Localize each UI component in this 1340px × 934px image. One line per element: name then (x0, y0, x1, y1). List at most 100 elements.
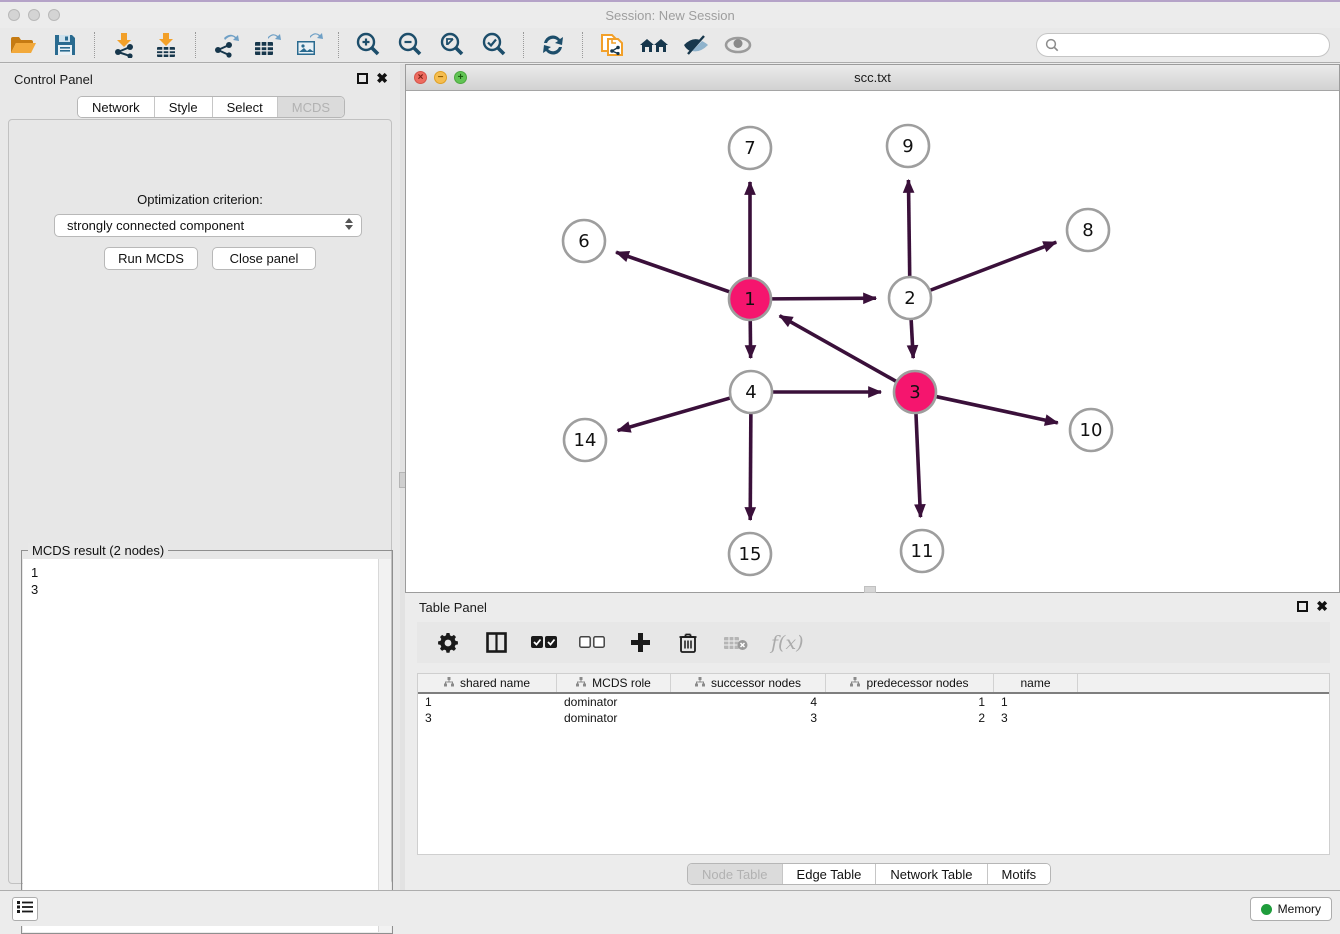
hide-panels-icon[interactable] (681, 31, 711, 59)
tab-style[interactable]: Style (154, 97, 212, 117)
graph-edge-2-9[interactable] (908, 180, 909, 277)
table-cell[interactable]: 1 (418, 694, 557, 710)
graph-node-label: 14 (574, 430, 597, 451)
table-panel: Table Panel ✖ f(x) shared nameMCDS roles… (405, 595, 1340, 890)
zoom-fit-icon[interactable] (437, 31, 467, 59)
delete-column-trash-icon[interactable] (675, 630, 701, 656)
graph-edge-2-8[interactable] (930, 242, 1057, 290)
graph-node-2[interactable]: 2 (889, 277, 931, 319)
node-table[interactable]: shared nameMCDS rolesuccessor nodesprede… (417, 673, 1330, 855)
close-panel-icon[interactable]: ✖ (376, 73, 388, 84)
column-header-shared-name[interactable]: shared name (418, 674, 557, 692)
duplicate-network-icon[interactable] (597, 31, 627, 59)
zoom-in-icon[interactable] (353, 31, 383, 59)
table-cell[interactable]: 3 (671, 710, 826, 726)
tab-mcds[interactable]: MCDS (277, 97, 344, 117)
table-cell[interactable]: 2 (826, 710, 994, 726)
table-row[interactable]: 3dominator323 (418, 710, 1329, 726)
export-table-icon[interactable] (252, 31, 282, 59)
graph-node-label: 4 (745, 382, 756, 403)
graph-node-11[interactable]: 11 (901, 530, 943, 572)
close-panel-button[interactable]: Close panel (212, 247, 316, 270)
graph-node-9[interactable]: 9 (887, 125, 929, 167)
table-cell[interactable]: 3 (994, 710, 1078, 726)
table-cell[interactable]: 1 (826, 694, 994, 710)
column-header-name[interactable]: name (994, 674, 1078, 692)
tab-node-table[interactable]: Node Table (688, 864, 782, 884)
optimization-criterion-select[interactable]: strongly connected component (54, 214, 362, 237)
import-table-icon[interactable] (151, 31, 181, 59)
graph-node-4[interactable]: 4 (730, 371, 772, 413)
table-cell[interactable]: dominator (557, 710, 671, 726)
graph-node-3[interactable]: 3 (894, 371, 936, 413)
open-session-icon[interactable] (8, 31, 38, 59)
mcds-result-box: MCDS result (2 nodes) 13 (21, 550, 393, 934)
refresh-icon[interactable] (538, 31, 568, 59)
tab-select[interactable]: Select (212, 97, 277, 117)
zoom-selected-icon[interactable] (479, 31, 509, 59)
graph-edge-3-10[interactable] (936, 396, 1058, 422)
network-window-titlebar[interactable]: × − + scc.txt (406, 65, 1339, 91)
table-cell[interactable]: dominator (557, 694, 671, 710)
task-history-button[interactable] (12, 897, 38, 921)
graph-edge-3-1[interactable] (780, 316, 897, 382)
float-panel-icon[interactable] (357, 73, 368, 84)
column-header-predecessor-nodes[interactable]: predecessor nodes (826, 674, 994, 692)
graph-edge-4-15[interactable] (750, 413, 751, 520)
graph-node-1[interactable]: 1 (729, 278, 771, 320)
column-header-successor-nodes[interactable]: successor nodes (671, 674, 826, 692)
tab-motifs[interactable]: Motifs (987, 864, 1051, 884)
table-row[interactable]: 1dominator411 (418, 694, 1329, 710)
run-mcds-button[interactable]: Run MCDS (104, 247, 198, 270)
graph-node-label: 6 (578, 231, 589, 252)
graph-edge-1-2[interactable] (771, 298, 876, 299)
column-tree-icon (444, 676, 454, 690)
graph-node-label: 7 (744, 138, 755, 159)
export-network-icon[interactable] (210, 31, 240, 59)
export-image-icon[interactable] (294, 31, 324, 59)
network-graph[interactable]: 1 2 3 4 6 7 8 9 10 11 14 15 (406, 92, 1339, 594)
table-cell[interactable]: 1 (994, 694, 1078, 710)
control-panel-title: Control Panel (14, 72, 93, 87)
column-header-MCDS-role[interactable]: MCDS role (557, 674, 671, 692)
select-all-rows-icon[interactable] (531, 630, 557, 656)
optimization-criterion-value: strongly connected component (67, 218, 244, 233)
graph-node-10[interactable]: 10 (1070, 409, 1112, 451)
close-panel-icon[interactable]: ✖ (1316, 601, 1328, 612)
search-input[interactable] (1036, 33, 1330, 57)
control-panel-tabs: NetworkStyleSelectMCDS (77, 96, 345, 118)
zoom-out-icon[interactable] (395, 31, 425, 59)
save-session-icon[interactable] (50, 31, 80, 59)
table-cell[interactable]: 3 (418, 710, 557, 726)
splitter-handle[interactable] (864, 586, 876, 593)
graph-edge-3-11[interactable] (916, 413, 921, 517)
graph-node-14[interactable]: 14 (564, 419, 606, 461)
add-column-icon[interactable] (627, 630, 653, 656)
node-table-body: 1dominator4113dominator323 (418, 694, 1329, 726)
column-tree-icon (695, 676, 705, 690)
memory-button[interactable]: Memory (1250, 897, 1332, 921)
show-columns-icon[interactable] (483, 630, 509, 656)
toolbar-separator (582, 32, 583, 58)
scrollbar[interactable] (378, 559, 391, 932)
graph-node-7[interactable]: 7 (729, 127, 771, 169)
graph-edge-2-3[interactable] (911, 319, 913, 358)
table-cell[interactable]: 4 (671, 694, 826, 710)
tab-network-table[interactable]: Network Table (875, 864, 986, 884)
graph-node-15[interactable]: 15 (729, 533, 771, 575)
network-overview-icon[interactable] (639, 31, 669, 59)
deselect-all-rows-icon[interactable] (579, 630, 605, 656)
show-panels-icon[interactable] (723, 31, 753, 59)
graph-node-6[interactable]: 6 (563, 220, 605, 262)
tab-edge-table[interactable]: Edge Table (782, 864, 876, 884)
graph-edge-4-14[interactable] (618, 398, 731, 431)
table-settings-gear-icon[interactable] (435, 630, 461, 656)
network-canvas[interactable]: 1 2 3 4 6 7 8 9 10 11 14 15 (406, 92, 1339, 592)
graph-edge-1-6[interactable] (616, 252, 730, 292)
tab-network[interactable]: Network (78, 97, 154, 117)
graph-node-8[interactable]: 8 (1067, 209, 1109, 251)
network-window: × − + scc.txt 1 2 3 4 6 7 8 9 10 11 14 15 (405, 64, 1340, 593)
import-network-icon[interactable] (109, 31, 139, 59)
float-panel-icon[interactable] (1297, 601, 1308, 612)
graph-node-label: 2 (904, 288, 915, 309)
